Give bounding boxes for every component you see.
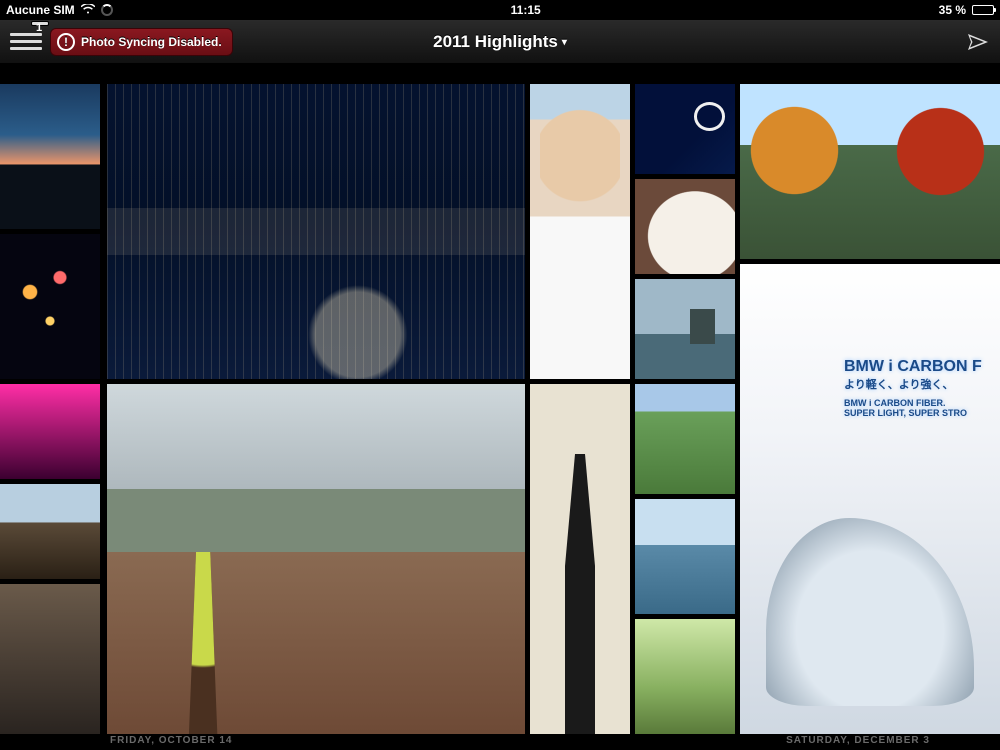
photo-thumbnail[interactable]: BMW i CARBON F より軽く、より強く、 BMW i CARBON F… bbox=[740, 264, 1000, 734]
battery-icon bbox=[972, 5, 994, 15]
statusbar-left: Aucune SIM bbox=[6, 3, 113, 17]
menu-badge: 1 bbox=[32, 22, 48, 25]
photo-thumbnail[interactable] bbox=[740, 84, 1000, 259]
menu-button[interactable]: 1 bbox=[10, 26, 42, 58]
photo-thumbnail[interactable] bbox=[0, 234, 100, 379]
photo-thumbnail[interactable] bbox=[635, 84, 735, 174]
battery-percent: 35 % bbox=[939, 3, 966, 17]
photo-overlay-text: BMW i CARBON F より軽く、より強く、 BMW i CARBON F… bbox=[844, 358, 1000, 418]
photo-thumbnail[interactable] bbox=[530, 384, 630, 734]
photo-thumbnail[interactable] bbox=[635, 279, 735, 379]
photo-thumbnail[interactable] bbox=[107, 384, 525, 734]
photo-thumbnail[interactable] bbox=[635, 619, 735, 734]
sync-warning-label: Photo Syncing Disabled. bbox=[81, 35, 222, 49]
share-button[interactable] bbox=[966, 30, 990, 54]
alert-icon: ! bbox=[57, 33, 75, 51]
ios-statusbar: Aucune SIM 11:15 35 % bbox=[0, 0, 1000, 20]
wifi-icon bbox=[81, 3, 95, 17]
date-divider-label: SATURDAY, DECEMBER 3 bbox=[786, 735, 930, 746]
photo-thumbnail[interactable] bbox=[635, 384, 735, 494]
sync-warning-pill[interactable]: ! Photo Syncing Disabled. bbox=[50, 28, 233, 56]
carrier-label: Aucune SIM bbox=[6, 3, 75, 17]
photo-thumbnail[interactable] bbox=[635, 499, 735, 614]
photo-thumbnail[interactable] bbox=[0, 84, 100, 229]
photo-thumbnail[interactable] bbox=[635, 179, 735, 274]
statusbar-right: 35 % bbox=[939, 3, 994, 17]
chevron-down-icon: ▾ bbox=[562, 37, 567, 48]
statusbar-time: 11:15 bbox=[113, 3, 939, 17]
photo-thumbnail[interactable] bbox=[0, 484, 100, 579]
photo-gallery[interactable]: BMW i CARBON F より軽く、より強く、 BMW i CARBON F… bbox=[0, 64, 1000, 750]
app-toolbar: 1 ! Photo Syncing Disabled. 2011 Highlig… bbox=[0, 20, 1000, 64]
date-divider-label: FRIDAY, OCTOBER 14 bbox=[110, 735, 232, 746]
photo-thumbnail[interactable] bbox=[530, 84, 630, 379]
loading-spinner-icon bbox=[101, 4, 113, 16]
photo-thumbnail[interactable] bbox=[0, 384, 100, 479]
photo-thumbnail[interactable] bbox=[0, 584, 100, 734]
album-title-label: 2011 Highlights bbox=[433, 32, 558, 51]
photo-thumbnail[interactable] bbox=[107, 84, 525, 379]
